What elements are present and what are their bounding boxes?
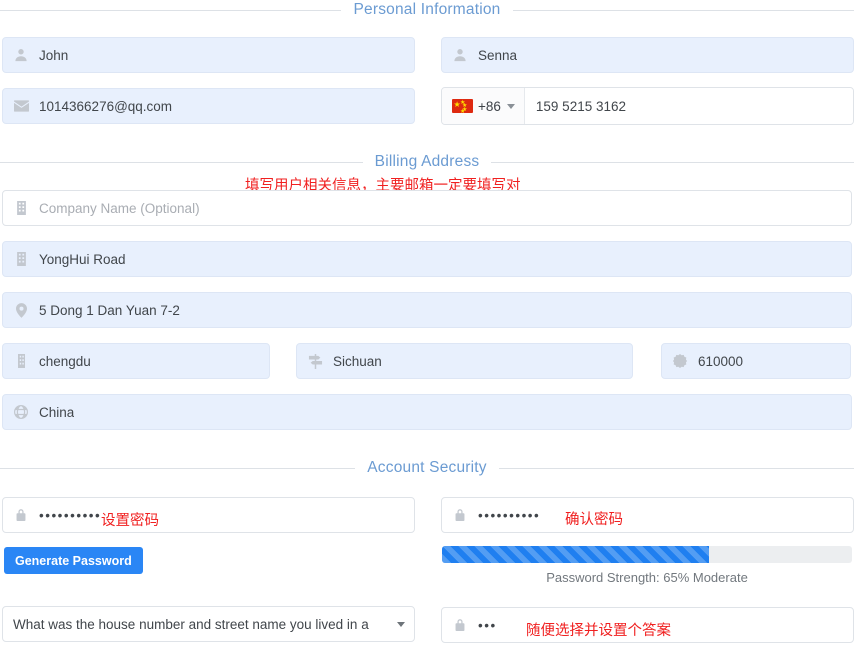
- annotation-confirm-password: 确认密码: [565, 512, 623, 528]
- user-icon: [13, 47, 29, 63]
- generate-password-button[interactable]: Generate Password: [4, 547, 143, 574]
- divider-right: [512, 9, 854, 11]
- password-strength-bar: [442, 546, 709, 563]
- country-value: China: [39, 404, 75, 420]
- china-flag-icon: ★ ★ ★ ★ ★: [452, 99, 473, 115]
- section-header-billing-address: Billing Address: [0, 152, 854, 172]
- password-value: ••••••••••: [39, 507, 102, 523]
- section-title: Personal Information: [353, 1, 501, 18]
- lock-icon: [452, 617, 468, 633]
- security-answer-value: •••: [478, 617, 497, 633]
- user-icon: [452, 47, 468, 63]
- chevron-down-icon: [397, 622, 405, 627]
- password-strength-meter: Password Strength: 65% Moderate: [442, 546, 852, 585]
- registration-form-page: Personal Information John Senna 10143662…: [0, 0, 854, 648]
- address-line1-field[interactable]: YongHui Road: [2, 241, 852, 277]
- divider-right: [498, 467, 854, 469]
- map-signs-icon: [307, 353, 323, 369]
- phone-number-value[interactable]: 159 5215 3162: [524, 88, 853, 124]
- section-header-account-security: Account Security: [0, 458, 854, 478]
- address-line1-value: YongHui Road: [39, 251, 126, 267]
- section-title: Billing Address: [374, 153, 480, 170]
- last-name-value: Senna: [478, 47, 518, 63]
- state-value: Sichuan: [333, 353, 382, 369]
- divider-left: [0, 9, 342, 11]
- company-name-field[interactable]: Company Name (Optional): [2, 190, 852, 226]
- security-question-select[interactable]: What was the house number and street nam…: [2, 606, 415, 642]
- section-title: Account Security: [367, 459, 487, 476]
- company-name-placeholder: Company Name (Optional): [39, 200, 200, 216]
- last-name-field[interactable]: Senna: [441, 37, 854, 73]
- password-strength-progress: [442, 546, 852, 563]
- chevron-down-icon: [506, 103, 515, 109]
- country-field[interactable]: China: [2, 394, 852, 430]
- security-question-value: What was the house number and street nam…: [13, 616, 369, 632]
- map-marker-icon: [13, 302, 29, 318]
- certificate-icon: [672, 353, 688, 369]
- confirm-password-value: ••••••••••: [478, 507, 541, 523]
- divider-left: [0, 161, 363, 163]
- password-field[interactable]: ••••••••••: [2, 497, 415, 533]
- zip-code-field[interactable]: 610000: [661, 343, 851, 379]
- lock-icon: [452, 507, 468, 523]
- address-line2-field[interactable]: 5 Dong 1 Dan Yuan 7-2: [2, 292, 852, 328]
- building-icon: [13, 200, 29, 216]
- annotation-set-password: 设置密码: [101, 513, 159, 529]
- lock-icon: [13, 507, 29, 523]
- section-header-personal-information: Personal Information: [0, 0, 854, 20]
- address-line2-value: 5 Dong 1 Dan Yuan 7-2: [39, 302, 180, 318]
- annotation-answer-note: 随便选择并设置个答案: [526, 623, 671, 639]
- first-name-field[interactable]: John: [2, 37, 415, 73]
- divider-left: [0, 467, 356, 469]
- password-strength-label: Password Strength: 65% Moderate: [546, 570, 748, 585]
- email-field[interactable]: 1014366276@qq.com: [2, 88, 415, 124]
- first-name-value: John: [39, 47, 69, 63]
- confirm-password-field[interactable]: ••••••••••: [441, 497, 854, 533]
- building-icon: [13, 251, 29, 267]
- zip-code-value: 610000: [698, 353, 744, 369]
- country-code-value: +86: [478, 98, 501, 114]
- divider-right: [491, 161, 854, 163]
- envelope-icon: [13, 98, 29, 114]
- email-value: 1014366276@qq.com: [39, 98, 173, 114]
- city-field[interactable]: chengdu: [2, 343, 270, 379]
- phone-field-group[interactable]: ★ ★ ★ ★ ★ +86 159 5215 3162: [441, 87, 854, 125]
- state-field[interactable]: Sichuan: [296, 343, 633, 379]
- city-value: chengdu: [39, 353, 91, 369]
- building-icon: [13, 353, 29, 369]
- country-code-selector[interactable]: ★ ★ ★ ★ ★ +86: [442, 88, 525, 124]
- globe-icon: [13, 404, 29, 420]
